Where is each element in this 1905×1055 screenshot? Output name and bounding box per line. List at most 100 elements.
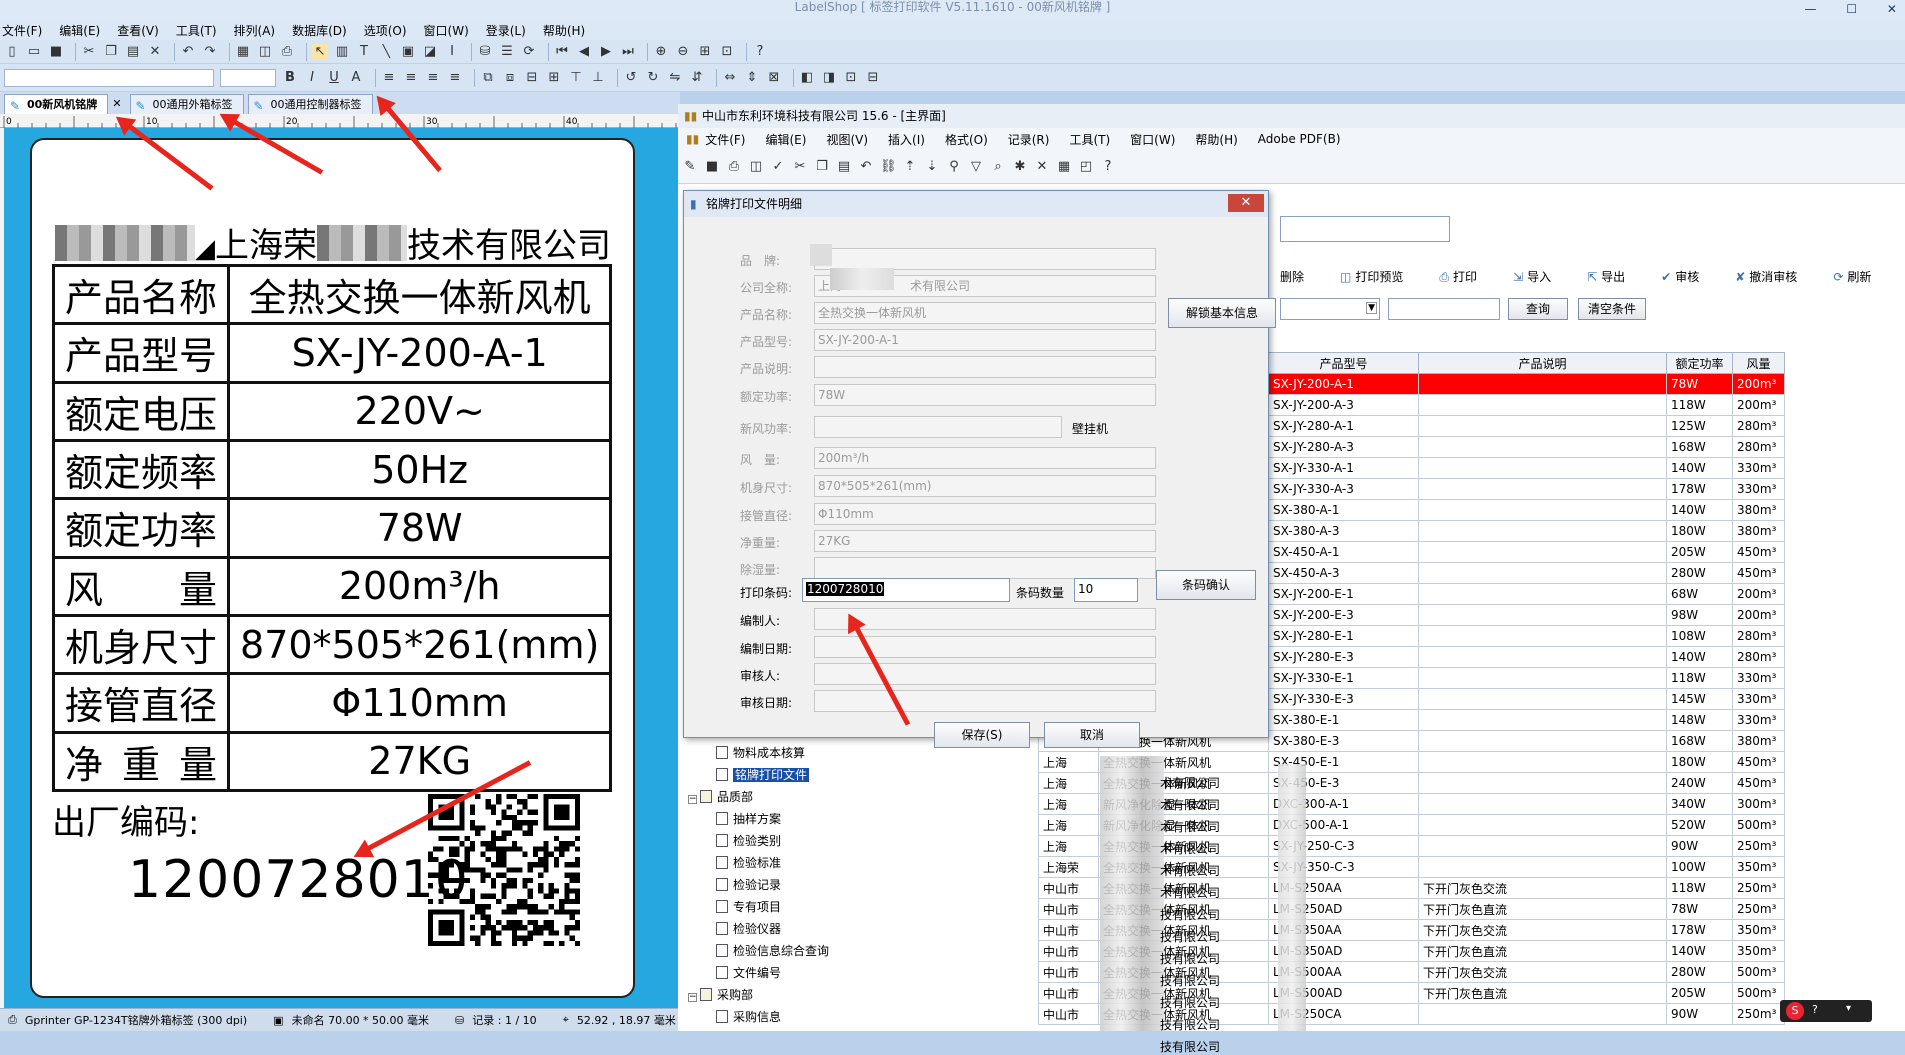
align-right-icon[interactable]: ≡ <box>425 70 441 86</box>
menu-file[interactable]: 文件(F) <box>2 22 42 39</box>
tab-new-fan-nameplate[interactable]: ✎ 00新风机铭牌 <box>4 94 109 114</box>
save-button[interactable]: 保存(S) <box>934 722 1030 748</box>
grid-cell[interactable]: 下开门灰色交流 <box>1418 877 1667 899</box>
grid-cell[interactable]: 118W <box>1666 877 1733 899</box>
grid-cell[interactable]: 中山市 <box>1038 1003 1099 1025</box>
grid-cell[interactable]: SX-JY-200-E-1 <box>1268 583 1419 605</box>
find-icon[interactable]: ⌕ <box>990 159 1006 175</box>
copy-icon[interactable]: ❐ <box>814 159 830 175</box>
query-field-select[interactable]: ▼ <box>1280 298 1380 320</box>
grid-cell[interactable]: SX-380-A-1 <box>1268 499 1419 521</box>
erp-menu-tools[interactable]: 工具(T) <box>1069 131 1110 148</box>
grid-cell[interactable]: 中山市 <box>1038 877 1099 899</box>
menu-window[interactable]: 窗口(W) <box>424 22 469 39</box>
grid-cell[interactable]: 中山市 <box>1038 919 1099 941</box>
align-left-icon[interactable]: ≡ <box>381 70 397 86</box>
distribute-icon[interactable]: ⊞ <box>546 70 562 86</box>
grid-cell[interactable]: 中山市 <box>1038 940 1099 962</box>
menu-arrange[interactable]: 排列(A) <box>234 22 276 39</box>
paste-icon[interactable]: ▤ <box>125 44 141 60</box>
ungroup-icon[interactable]: ⧈ <box>502 70 518 86</box>
grid-cell[interactable]: 300m³ <box>1732 793 1785 815</box>
grid-cell[interactable]: 280m³ <box>1732 646 1785 668</box>
grid-cell[interactable]: 280W <box>1666 562 1733 584</box>
spec-value[interactable]: 27KG <box>227 730 613 793</box>
tree-folder[interactable]: − 采购部 <box>688 984 1018 1006</box>
next-record-icon[interactable]: ▶ <box>598 44 614 60</box>
grid-cell[interactable]: 380m³ <box>1732 499 1785 521</box>
grid-cell[interactable]: 140W <box>1666 646 1733 668</box>
grid-cell[interactable]: 98W <box>1666 604 1733 626</box>
tree-item[interactable]: 专有项目 <box>688 896 1018 918</box>
grid-cell[interactable]: SX-JY-330-E-1 <box>1268 667 1419 689</box>
spec-value[interactable]: 全热交换一体新风机 <box>227 263 613 326</box>
grid-cell[interactable]: 200m³ <box>1732 394 1785 416</box>
grid-header[interactable]: 额定功率 <box>1666 352 1733 374</box>
grid-header[interactable]: 产品说明 <box>1418 352 1667 374</box>
first-record-icon[interactable]: ⏮ <box>554 44 570 60</box>
serial-label[interactable]: 出厂编码: <box>52 795 199 844</box>
align-top-icon[interactable]: ⊤ <box>568 70 584 86</box>
new-record-icon[interactable]: ✱ <box>1012 159 1028 175</box>
grid-cell[interactable] <box>1418 646 1667 668</box>
grid-cell[interactable]: SX-JY-330-E-3 <box>1268 688 1419 710</box>
grid-cell[interactable]: SX-JY-280-E-1 <box>1268 625 1419 647</box>
grid-cell[interactable]: 180W <box>1666 751 1733 773</box>
grid-cell[interactable]: 450m³ <box>1732 751 1785 773</box>
grid-cell[interactable]: 125W <box>1666 415 1733 437</box>
grid-cell[interactable]: 330m³ <box>1732 457 1785 479</box>
grid-cell[interactable]: 340W <box>1666 793 1733 815</box>
align-justify-icon[interactable]: ≡ <box>447 70 463 86</box>
grid-cell[interactable] <box>1418 688 1667 710</box>
dialog-bottom-input[interactable] <box>814 663 1156 685</box>
pointer-icon[interactable]: ↖ <box>312 43 328 60</box>
spell-icon[interactable]: ✓ <box>770 159 786 175</box>
dialog-field-input[interactable] <box>814 416 1062 438</box>
tab-controller-label[interactable]: ✎ 00通用控制器标签 <box>247 94 373 114</box>
flip-h-icon[interactable]: ⇋ <box>667 70 683 86</box>
grid-cell[interactable]: 500m³ <box>1732 961 1785 983</box>
database-icon[interactable]: ⛁ <box>477 44 493 60</box>
tree-item[interactable]: 采购信息 <box>688 1006 1018 1028</box>
dialog-close-button[interactable]: ✕ <box>1228 194 1264 212</box>
flip-v-icon[interactable]: ⇵ <box>689 70 705 86</box>
grid-cell[interactable] <box>1418 709 1667 731</box>
grid-cell[interactable]: 下开门灰色交流 <box>1418 961 1667 983</box>
undo-icon[interactable]: ↶ <box>180 44 196 60</box>
zoom-fit-icon[interactable]: ⊞ <box>697 44 713 60</box>
grid-cell[interactable] <box>1418 856 1667 878</box>
spec-value[interactable]: Φ110mm <box>227 672 613 734</box>
grid-cell[interactable]: 350m³ <box>1732 856 1785 878</box>
grid-cell[interactable] <box>1418 814 1667 836</box>
grid-cell[interactable]: 上海 <box>1038 751 1099 773</box>
erp-menu-records[interactable]: 记录(R) <box>1008 131 1050 148</box>
erp-menu-view[interactable]: 视图(V) <box>826 131 868 148</box>
grid-cell[interactable]: SX-JY-280-E-3 <box>1268 646 1419 668</box>
grid-cell[interactable]: 68W <box>1666 583 1733 605</box>
page-setup-icon[interactable]: ▦ <box>235 44 251 60</box>
menu-database[interactable]: 数据库(D) <box>292 22 347 39</box>
tree-item[interactable]: 检验类别 <box>688 830 1018 852</box>
dialog-bottom-input[interactable] <box>814 690 1156 712</box>
edit-icon[interactable]: ✎ <box>682 159 698 175</box>
same-height-icon[interactable]: ⇕ <box>744 70 760 86</box>
save-icon[interactable]: ■ <box>704 159 720 175</box>
underline-icon[interactable]: U <box>326 70 342 86</box>
grid-cell[interactable]: 下开门灰色交流 <box>1418 919 1667 941</box>
tree-item[interactable]: 检验记录 <box>688 874 1018 896</box>
grid-cell[interactable] <box>1418 751 1667 773</box>
spec-value[interactable]: 220V~ <box>227 380 613 442</box>
align-objects-icon[interactable]: ⊟ <box>524 70 540 86</box>
spec-key[interactable]: 产品型号 <box>51 322 231 384</box>
shape-icon[interactable]: ◪ <box>422 44 438 60</box>
paste-icon[interactable]: ▤ <box>836 159 852 175</box>
grid-cell[interactable]: SX-JY-330-A-3 <box>1268 478 1419 500</box>
align-center-icon[interactable]: ≡ <box>403 70 419 86</box>
grid-cell[interactable]: 140W <box>1666 940 1733 962</box>
grid-cell[interactable]: 168W <box>1666 436 1733 458</box>
grid-cell[interactable]: SX-JY-330-A-1 <box>1268 457 1419 479</box>
spec-key[interactable]: 额定频率 <box>51 438 231 501</box>
grid-cell[interactable]: SX-380-E-1 <box>1268 709 1419 731</box>
tree-item[interactable]: 检验仪器 <box>688 918 1018 940</box>
tree-folder[interactable]: − 品质部 <box>688 786 1018 808</box>
